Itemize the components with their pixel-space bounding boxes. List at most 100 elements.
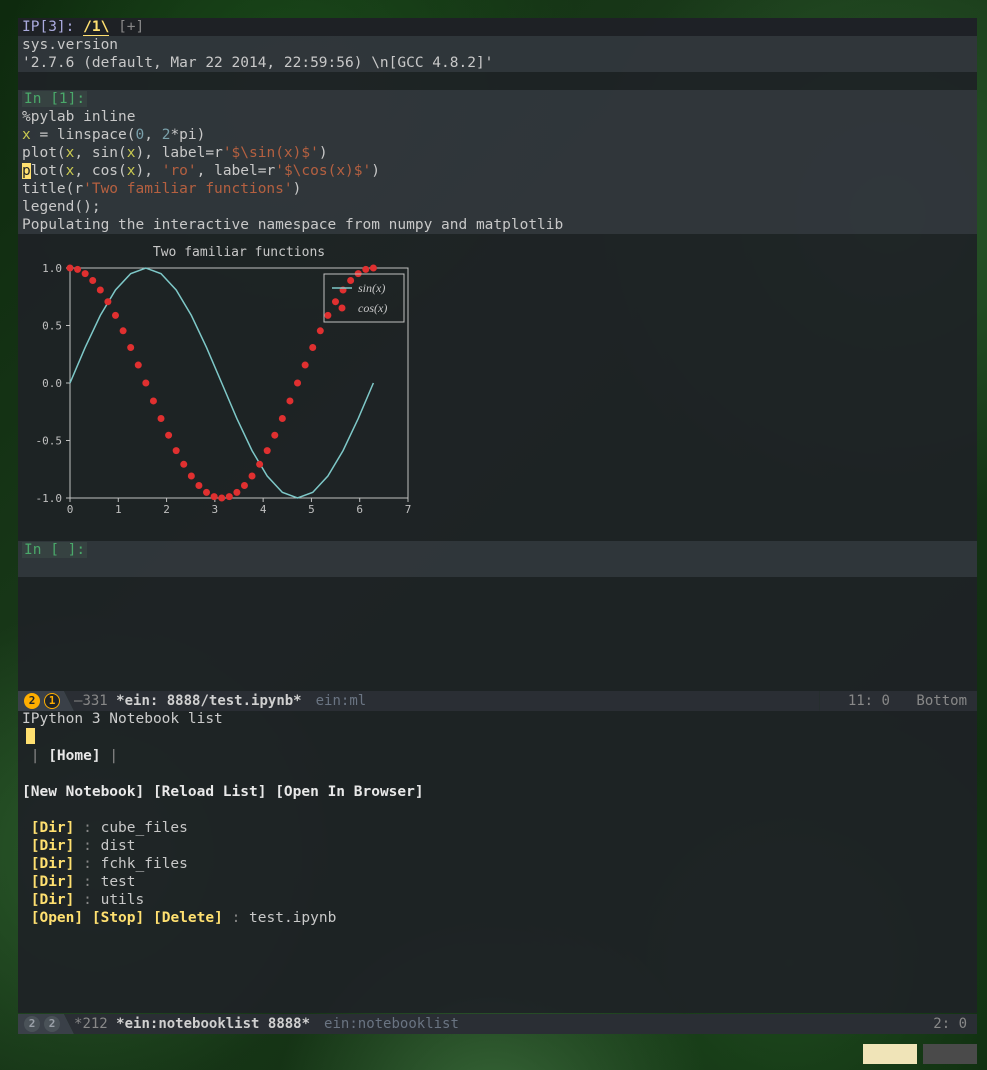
modeline-bot-badge2: 2 [44, 1016, 60, 1032]
nblist-dir-row: [Dir] : cube_files [18, 819, 977, 837]
code-l5-a: title(r [22, 181, 83, 197]
modeline-linenum: 331 [82, 691, 107, 711]
svg-text:6: 6 [356, 503, 363, 516]
modeline-badge2: 1 [44, 693, 60, 709]
svg-text:sin(x): sin(x) [358, 281, 385, 295]
nb-pipe2: | [109, 748, 118, 764]
file-stop-button[interactable]: [Stop] [92, 910, 144, 926]
dir-name[interactable]: test [101, 874, 136, 890]
tab-prefix: IP[3]: [22, 19, 74, 35]
code-l2-star: *pi) [170, 127, 205, 143]
svg-text:5: 5 [308, 503, 315, 516]
modeline-bot-pos: 2: 0 [933, 1016, 967, 1032]
tab-new[interactable]: [+] [118, 19, 144, 35]
dir-name[interactable]: utils [101, 892, 145, 908]
code-l2-var: x [22, 127, 31, 143]
code-l6: legend(); [22, 199, 101, 215]
code-l5-s: 'Two familiar functions' [83, 181, 293, 197]
dir-button[interactable]: [Dir] [31, 838, 75, 854]
modeline-pos: 11: 0 [848, 693, 890, 709]
file-sep: : [232, 910, 249, 926]
code-l4-v2: x [127, 163, 136, 179]
code-l4-s2: '$\cos(x)$' [275, 163, 371, 179]
new-notebook-button[interactable]: [New Notebook] [22, 784, 144, 800]
file-delete-button[interactable]: [Delete] [153, 910, 223, 926]
modeline-dash: — [74, 691, 82, 711]
emacs-bottom-pane: IPython 3 Notebook list | [Home] | [New … [18, 710, 977, 1013]
text-cursor: p [22, 163, 31, 179]
nblist-cursor [26, 728, 35, 744]
dir-button[interactable]: [Dir] [31, 856, 75, 872]
nblist-title: IPython 3 Notebook list [18, 710, 977, 728]
svg-text:3: 3 [212, 503, 219, 516]
cell2-prompt[interactable]: In [ ]: [22, 542, 87, 558]
tab-active[interactable]: /1\ [83, 19, 109, 36]
code-l4-s1: 'ro' [162, 163, 197, 179]
cell1-stdout: Populating the interactive namespace fro… [22, 216, 973, 234]
nblist-home-link[interactable]: [Home] [48, 748, 100, 764]
reload-list-button[interactable]: [Reload List] [153, 784, 267, 800]
tab-bar: IP[3]: /1\ [+] [18, 18, 977, 36]
code-l4-b: , cos( [74, 163, 126, 179]
nblist-actions: [New Notebook] [Reload List] [Open In Br… [18, 783, 977, 801]
svg-text:0: 0 [67, 503, 74, 516]
modeline-top-mid: — 331 *ein: 8888/test.ipynb* ein:ml [64, 691, 820, 711]
nblist-dir-row: [Dir] : fchk_files [18, 855, 977, 873]
taskbar-item-2[interactable] [923, 1044, 977, 1064]
modeline-bottom: 2 2 * 212 *ein:notebooklist 8888* ein:no… [18, 1014, 977, 1034]
code-l3-v2: x [127, 145, 136, 161]
chart-svg: Two familiar functions01234567-1.0-0.50.… [22, 242, 422, 522]
dir-button[interactable]: [Dir] [31, 874, 75, 890]
svg-text:Two familiar functions: Two familiar functions [153, 245, 325, 260]
dir-sep: : [74, 856, 100, 872]
code-l3-b: , sin( [74, 145, 126, 161]
modeline-bot-linenum: 212 [82, 1014, 107, 1034]
file-open-button[interactable]: [Open] [31, 910, 83, 926]
svg-text:7: 7 [405, 503, 412, 516]
svg-text:1: 1 [115, 503, 122, 516]
dir-name[interactable]: cube_files [101, 820, 188, 836]
modeline-bot-badge1: 2 [24, 1016, 40, 1032]
code-l3-str: '$\sin(x)$' [223, 145, 319, 161]
svg-text:2: 2 [163, 503, 170, 516]
code-l3-d: ) [319, 145, 328, 161]
nblist-dir-row: [Dir] : test [18, 873, 977, 891]
taskbar-fragments [0, 1040, 987, 1070]
file-name[interactable]: test.ipynb [249, 910, 336, 926]
svg-text:0.0: 0.0 [42, 377, 62, 390]
modeline-bot-mode: ein:notebooklist [324, 1014, 459, 1034]
code-l3-a: plot( [22, 145, 66, 161]
cell1-code[interactable]: %pylab inline x = linspace(0, 2*pi) plot… [18, 108, 977, 234]
dir-name[interactable]: fchk_files [101, 856, 188, 872]
open-in-browser-button[interactable]: [Open In Browser] [275, 784, 423, 800]
dir-sep: : [74, 892, 100, 908]
chart-output: Two familiar functions01234567-1.0-0.50.… [18, 234, 977, 533]
svg-text:1.0: 1.0 [42, 262, 62, 275]
nblist-dir-row: [Dir] : utils [18, 891, 977, 909]
code-l5-b: ) [293, 181, 302, 197]
cell0-output: sys.version '2.7.6 (default, Mar 22 2014… [18, 36, 977, 72]
modeline-bot-buffer: *ein:notebooklist 8888* [116, 1014, 310, 1034]
modeline-badge1: 2 [24, 693, 40, 709]
dir-button[interactable]: [Dir] [31, 820, 75, 836]
dir-name[interactable]: dist [101, 838, 136, 854]
nb-pipe1: | [31, 748, 40, 764]
taskbar-item-1[interactable] [863, 1044, 917, 1064]
cell1-prompt-row: In [1]: [18, 90, 977, 108]
dir-sep: : [74, 874, 100, 890]
emacs-top-pane: IP[3]: /1\ [+] sys.version '2.7.6 (defau… [18, 18, 977, 691]
svg-text:-0.5: -0.5 [36, 435, 63, 448]
code-l2-eq: = linspace( [31, 127, 136, 143]
modeline-top-right: 11: 0 Bottom [820, 691, 977, 711]
nblist-breadcrumb: | [Home] | [18, 747, 977, 765]
cell2-empty[interactable] [18, 559, 977, 577]
modeline-buffer: *ein: 8888/test.ipynb* [116, 691, 301, 711]
modeline-mode: ein:ml [316, 691, 367, 711]
svg-text:cos(x): cos(x) [358, 301, 387, 315]
cell2-prompt-row: In [ ]: [18, 541, 977, 559]
nblist-file-row: [Open] [Stop] [Delete] : test.ipynb [18, 909, 977, 927]
modeline-scroll: Bottom [916, 693, 967, 709]
dir-button[interactable]: [Dir] [31, 892, 75, 908]
code-l2-c: , [144, 127, 161, 143]
cell0-out-line1: sys.version [22, 36, 973, 54]
